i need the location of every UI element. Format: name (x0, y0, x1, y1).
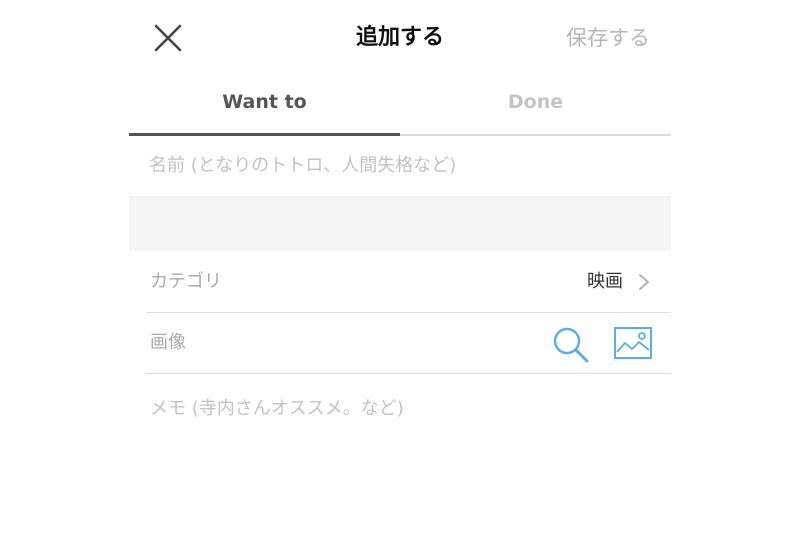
image-picker-button[interactable] (613, 326, 653, 360)
name-input[interactable] (149, 148, 649, 182)
category-value: 映画 (587, 271, 623, 292)
tab-done[interactable]: Done (400, 78, 671, 134)
header-bar: 追加する 保存する (0, 0, 800, 78)
save-button[interactable]: 保存する (566, 22, 650, 54)
tab-want-to[interactable]: Want to (129, 78, 400, 136)
section-divider (129, 196, 671, 251)
image-label: 画像 (150, 332, 186, 353)
category-label: カテゴリ (150, 271, 222, 292)
image-search-button[interactable] (551, 325, 591, 365)
image-row: 画像 (146, 313, 671, 374)
image-icon (614, 327, 652, 359)
name-row (129, 136, 671, 196)
chevron-right-icon (639, 274, 649, 290)
close-icon (154, 24, 182, 52)
search-icon (553, 327, 589, 363)
page-title: 追加する (355, 25, 444, 50)
memo-input[interactable] (150, 394, 650, 454)
memo-row (146, 376, 671, 456)
close-button[interactable] (150, 20, 186, 56)
category-row[interactable]: カテゴリ 映画 (146, 252, 671, 313)
tab-bar: Want to Done (129, 78, 671, 136)
